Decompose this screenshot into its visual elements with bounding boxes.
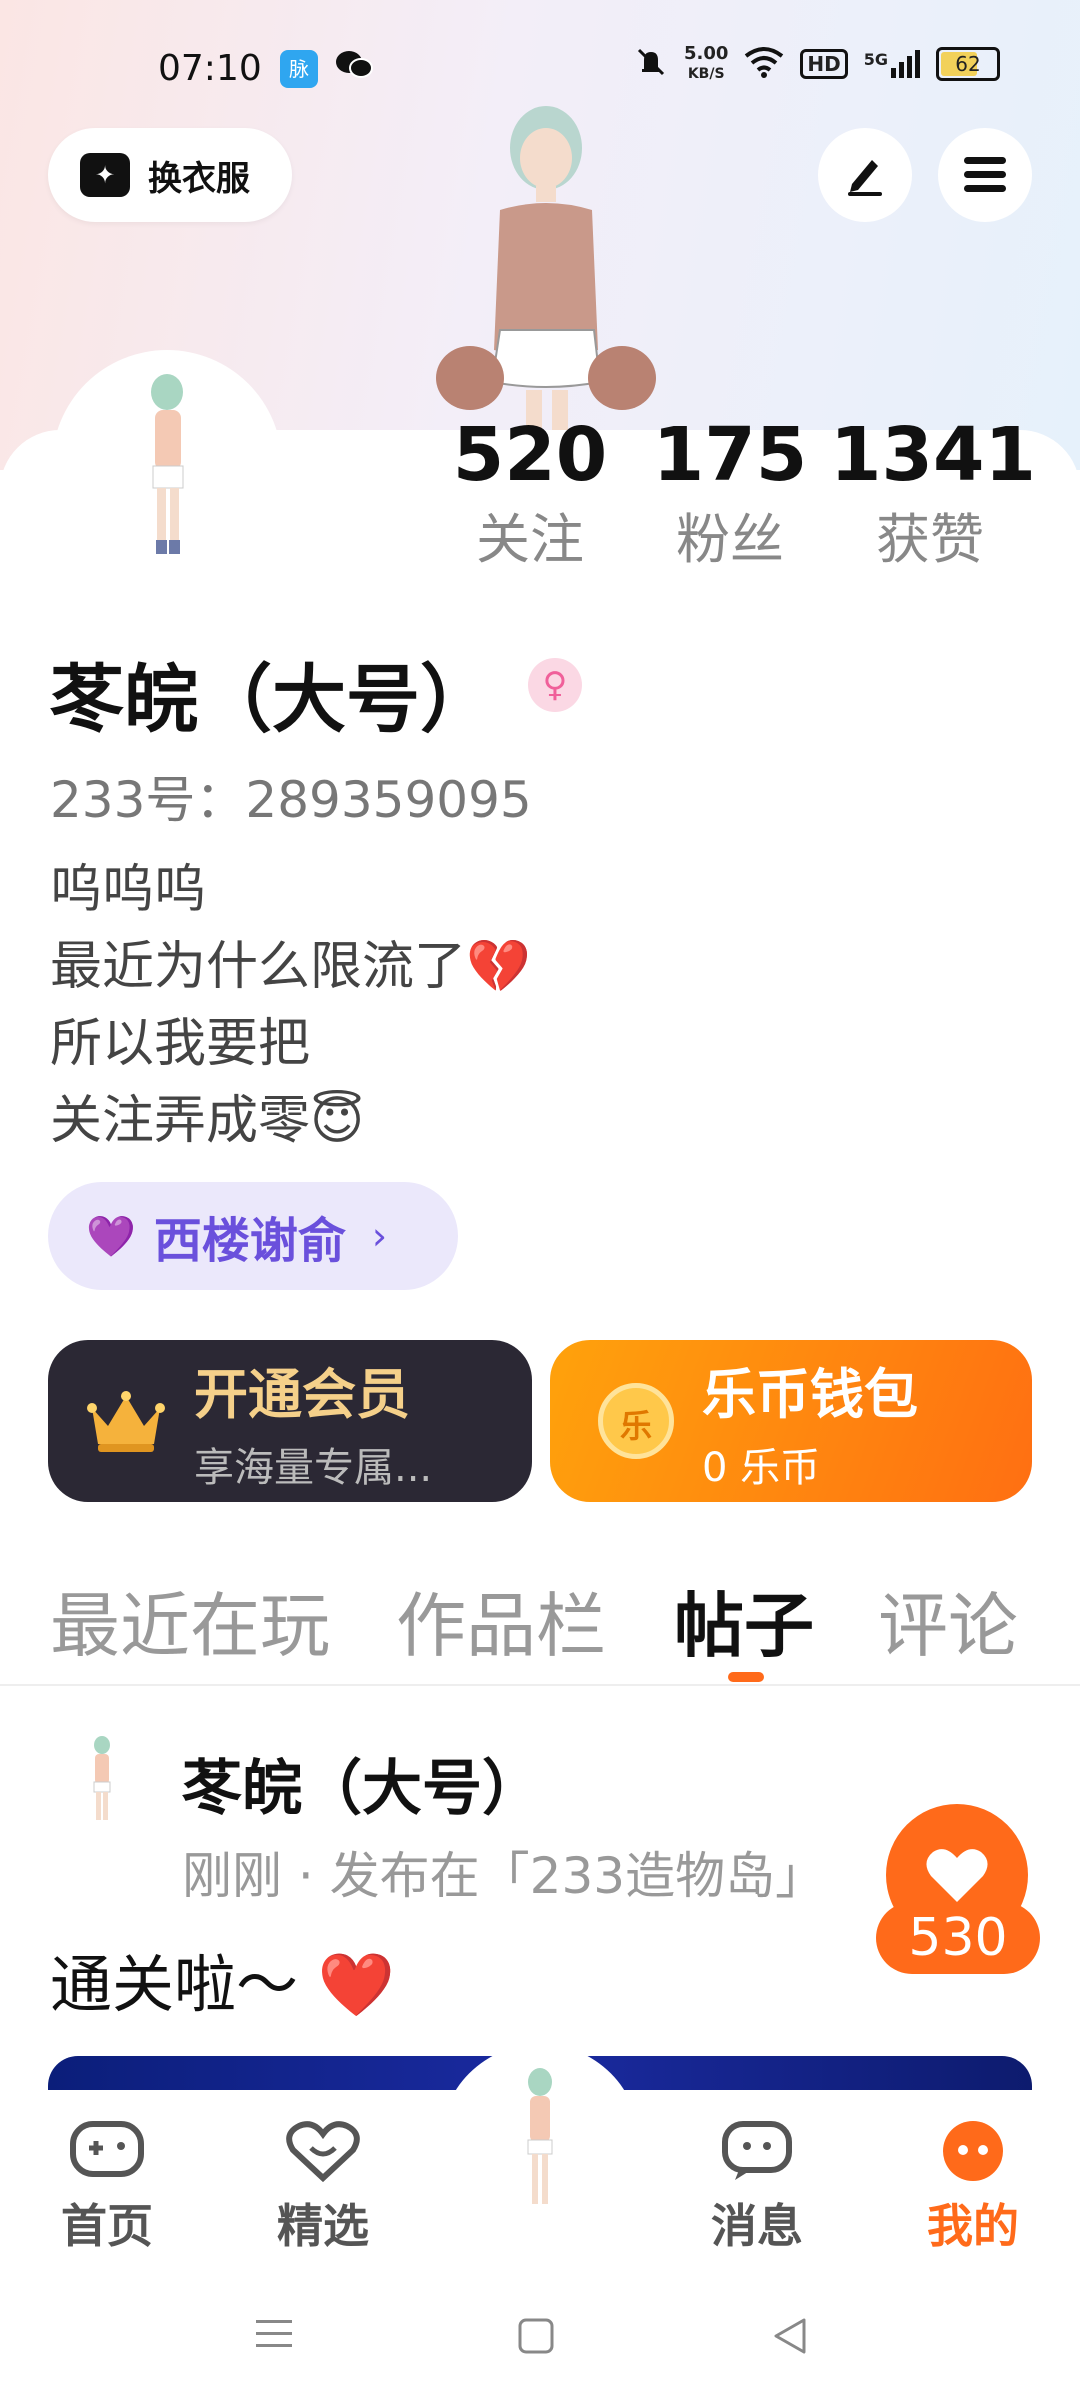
back-button[interactable] xyxy=(770,2316,810,2360)
heart-icon xyxy=(926,1849,988,1902)
menu-button[interactable] xyxy=(938,128,1032,222)
bio-line: 最近为什么限流了💔 xyxy=(50,937,531,997)
wifi-icon xyxy=(744,46,784,82)
bio-line: 关注弄成零😇 xyxy=(50,1091,365,1151)
wallet-balance: 0 乐币 xyxy=(702,1444,821,1491)
relationship-tag-chip[interactable]: 💜 西楼谢俞 › xyxy=(48,1182,458,1290)
stat-likes-count: 1341 xyxy=(830,412,1036,498)
nav-avatar-center[interactable] xyxy=(470,2060,610,2220)
profile-tabs: 最近在玩 作品栏 帖子 评论 xyxy=(0,1570,1080,1680)
wechat-icon xyxy=(334,48,374,91)
profile-stats: 520 关注 175 粉丝 1341 获赞 xyxy=(430,410,1050,580)
tabs-divider xyxy=(0,1684,1080,1686)
coin-wallet-card[interactable]: 乐 乐币钱包 0 乐币 xyxy=(550,1340,1032,1502)
back-icon xyxy=(774,2318,806,2354)
battery-icon: 62 xyxy=(936,47,1000,81)
stat-likes-label: 获赞 xyxy=(876,508,984,571)
status-icons: 5.00 KB/S HD 5G 62 xyxy=(634,44,1000,84)
status-bar: 07:10 脉 5.00 KB/S HD 5G 62 xyxy=(0,40,1080,100)
nav-featured-label: 精选 xyxy=(277,2199,369,2253)
coin-icon: 乐 xyxy=(598,1383,674,1459)
avatar-3d-character[interactable] xyxy=(430,100,660,430)
nav-featured[interactable]: 精选 xyxy=(248,2120,398,2256)
message-icon xyxy=(722,2121,792,2180)
double-heart-icon: 💜 xyxy=(86,1213,136,1260)
nav-home[interactable]: 首页 xyxy=(32,2120,182,2256)
battery-level: 62 xyxy=(955,52,981,76)
female-gender-icon: ♀ xyxy=(528,658,582,712)
recent-apps-icon xyxy=(256,2320,292,2347)
stat-likes[interactable]: 1341 获赞 xyxy=(830,410,1036,580)
tab-works[interactable]: 作品栏 xyxy=(396,1570,606,1671)
relationship-tag-label: 西楼谢俞 xyxy=(153,1213,346,1269)
gamepad-icon xyxy=(70,2121,144,2177)
edit-profile-button[interactable] xyxy=(818,128,912,222)
change-outfit-label: 换衣服 xyxy=(148,158,250,199)
nav-home-label: 首页 xyxy=(61,2199,153,2253)
network-speed: 5.00 KB/S xyxy=(684,44,728,84)
change-outfit-button[interactable]: ✦ 换衣服 xyxy=(48,128,292,222)
edit-icon xyxy=(848,160,882,196)
bio-line: 所以我要把 xyxy=(50,1014,311,1074)
shirt-icon: ✦ xyxy=(80,153,130,197)
nav-messages[interactable]: 消息 xyxy=(682,2120,832,2256)
tab-comments[interactable]: 评论 xyxy=(878,1570,1018,1671)
stat-followers-label: 粉丝 xyxy=(676,508,784,571)
signal-label: 5G xyxy=(863,50,888,69)
like-count: 530 xyxy=(876,1902,1040,1974)
bio-line: 呜呜呜 xyxy=(50,860,207,920)
nav-me[interactable]: 我的 xyxy=(898,2120,1048,2256)
vip-membership-card[interactable]: 开通会员 享海量专属... xyxy=(48,1340,532,1502)
stat-followers-count: 175 xyxy=(652,412,808,498)
signal-icon: 5G xyxy=(864,50,920,78)
stat-following[interactable]: 520 关注 xyxy=(430,410,630,580)
crown-icon xyxy=(87,1391,165,1452)
profile-face-icon xyxy=(943,2121,1003,2181)
tab-posts[interactable]: 帖子 xyxy=(674,1570,814,1671)
nav-messages-label: 消息 xyxy=(711,2199,803,2253)
profile-avatar[interactable] xyxy=(52,350,282,580)
post-author-name[interactable]: 苳皖（大号） xyxy=(182,1740,542,1827)
profile-bio: 呜呜呜 最近为什么限流了💔 所以我要把 关注弄成零😇 xyxy=(50,852,531,1160)
stat-following-label: 关注 xyxy=(476,508,584,571)
active-tab-indicator xyxy=(728,1672,764,1682)
bottom-navigation: 首页 精选 消息 我的 xyxy=(0,2044,1080,2270)
profile-user-id[interactable]: 233号：289359095 xyxy=(50,760,532,832)
network-speed-unit: KB/S xyxy=(687,66,725,82)
wallet-title: 乐币钱包 xyxy=(702,1362,918,1426)
nav-me-label: 我的 xyxy=(927,2199,1019,2253)
status-time: 07:10 xyxy=(158,48,262,89)
mute-icon xyxy=(634,45,668,83)
vip-title: 开通会员 xyxy=(194,1362,410,1426)
chevron-right-icon: › xyxy=(371,1214,388,1258)
app-notification-icon: 脉 xyxy=(280,50,318,88)
tab-recently-played[interactable]: 最近在玩 xyxy=(50,1570,330,1671)
system-navigation-bar xyxy=(0,2270,1080,2400)
profile-username: 苳皖（大号） xyxy=(50,657,494,743)
stat-following-count: 520 xyxy=(452,412,608,498)
home-icon xyxy=(518,2318,554,2354)
home-button[interactable] xyxy=(516,2316,556,2360)
hd-badge: HD xyxy=(800,49,848,79)
vip-subtitle: 享海量专属... xyxy=(194,1444,433,1491)
post-text[interactable]: 通关啦～ ❤️ xyxy=(50,1934,395,2024)
post-meta: 刚刚 · 发布在「233造物岛」 xyxy=(182,1847,826,1905)
menu-icon xyxy=(964,157,1006,192)
post-author-avatar[interactable] xyxy=(52,1730,152,1830)
stat-followers[interactable]: 175 粉丝 xyxy=(630,410,830,580)
recent-apps-button[interactable] xyxy=(254,2316,294,2356)
heart-chat-icon xyxy=(286,2121,360,2183)
network-speed-value: 5.00 xyxy=(683,43,729,64)
